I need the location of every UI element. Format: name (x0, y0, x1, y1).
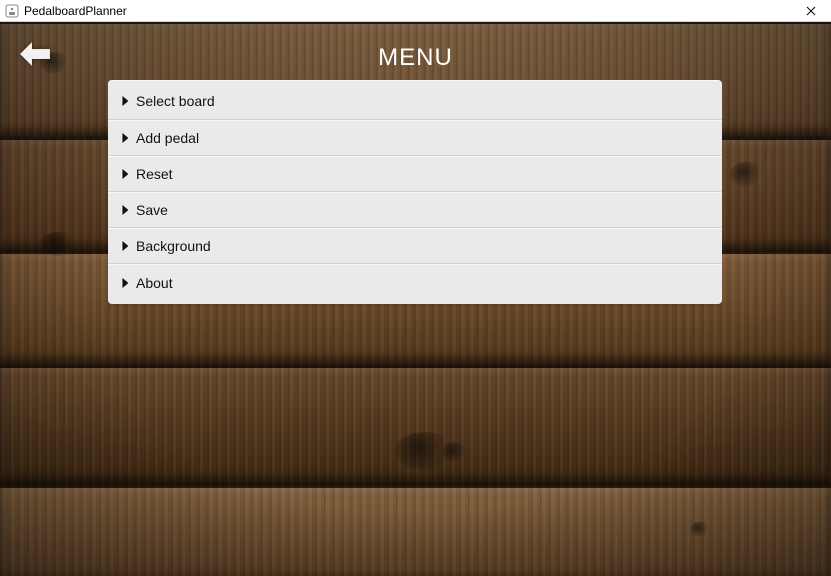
menu-item-select-board[interactable]: Select board (108, 80, 722, 120)
menu-item-background[interactable]: Background (108, 228, 722, 264)
chevron-right-icon (119, 95, 131, 107)
menu-item-reset[interactable]: Reset (108, 156, 722, 192)
menu-item-add-pedal[interactable]: Add pedal (108, 120, 722, 156)
menu-item-label: Add pedal (136, 130, 199, 146)
window-title: PedalboardPlanner (24, 4, 127, 18)
menu-item-save[interactable]: Save (108, 192, 722, 228)
menu-item-label: Background (136, 238, 211, 254)
chevron-right-icon (119, 277, 131, 289)
chevron-right-icon (119, 132, 131, 144)
window-titlebar: PedalboardPlanner (0, 0, 831, 22)
menu-item-about[interactable]: About (108, 264, 722, 304)
menu-title: MENU (0, 44, 831, 72)
menu-item-label: Select board (136, 93, 215, 109)
menu-item-label: Reset (136, 166, 173, 182)
chevron-right-icon (119, 240, 131, 252)
menu-panel: Select board Add pedal Reset Save Background… (108, 80, 722, 308)
window-close-button[interactable] (795, 0, 827, 22)
chevron-right-icon (119, 168, 131, 180)
app-icon (4, 3, 20, 19)
menu-item-label: About (136, 275, 173, 291)
menu-item-label: Save (136, 202, 168, 218)
chevron-right-icon (119, 204, 131, 216)
app-client: MENU Select board Add pedal Reset Save Backg… (0, 22, 831, 576)
